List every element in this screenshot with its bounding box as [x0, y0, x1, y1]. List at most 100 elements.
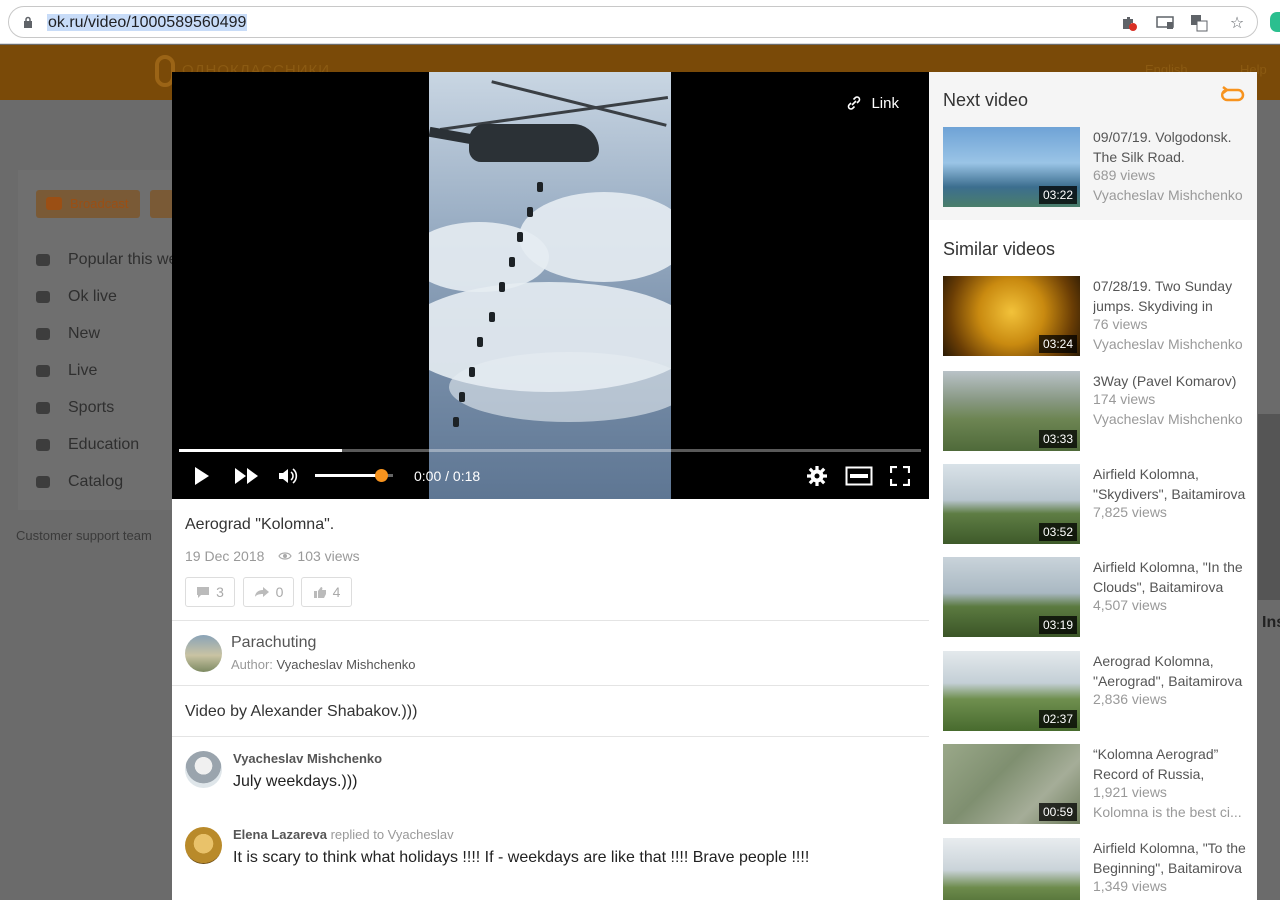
video-card-views: 7,825 views: [1093, 504, 1167, 520]
background-broadcast-button: Broadcast: [36, 190, 140, 218]
graduation-cap-icon: [36, 439, 50, 451]
catalog-icon: [36, 476, 50, 488]
avatar[interactable]: [185, 827, 222, 864]
video-card-title-line[interactable]: “Kolomna Aerograd”: [1093, 744, 1248, 764]
video-card-title-line[interactable]: Airfield Kolomna, "To the: [1093, 838, 1248, 858]
video-card-author[interactable]: Kolomna is the best ci...: [1093, 804, 1248, 820]
similar-video-card[interactable]: 00:59 “Kolomna Aerograd” Record of Russi…: [943, 744, 1248, 826]
video-card-title-line[interactable]: Record of Russia,: [1093, 764, 1248, 784]
video-card-views: 1,921 views: [1093, 784, 1167, 800]
mute-button[interactable]: [278, 463, 300, 489]
video-card-title-line[interactable]: Airfield Kolomna, "In the: [1093, 557, 1248, 577]
comment-author[interactable]: Elena Lazareva replied to Vyacheslav: [233, 827, 454, 842]
thumbs-up-icon: [313, 586, 326, 598]
comments-button[interactable]: 3: [185, 577, 235, 607]
link-button[interactable]: Link: [845, 94, 899, 112]
reply-to-label: replied to Vyacheslav: [330, 827, 454, 842]
volume-fill: [315, 474, 382, 477]
video-thumbnail[interactable]: [943, 838, 1080, 900]
gear-icon: [807, 466, 827, 486]
video-card-title-line[interactable]: The Silk Road.: [1093, 147, 1248, 167]
group-name[interactable]: Parachuting: [231, 634, 316, 652]
video-thumbnail[interactable]: 03:52: [943, 464, 1080, 544]
sports-icon: [36, 402, 50, 414]
volume-icon: [279, 468, 298, 484]
url-text[interactable]: ok.ru/video/1000589560499: [47, 14, 248, 32]
puzzle-blocked-icon[interactable]: [1119, 13, 1139, 33]
author-link[interactable]: Vyacheslav Mishchenko: [277, 657, 416, 672]
similar-video-card[interactable]: 03:19 Airfield Kolomna, "In the Clouds",…: [943, 557, 1248, 639]
settings-button[interactable]: [806, 463, 828, 489]
video-thumbnail[interactable]: 00:59: [943, 744, 1080, 824]
video-card-title-line[interactable]: "Skydivers", Baitamirova: [1093, 484, 1248, 504]
video-card-author[interactable]: Vyacheslav Mishchenko: [1093, 336, 1248, 352]
video-thumbnail[interactable]: 02:37: [943, 651, 1080, 731]
similar-videos-heading: Similar videos: [943, 239, 1056, 259]
divider: [172, 620, 929, 621]
video-card-views: 1,349 views: [1093, 878, 1167, 894]
volume-slider[interactable]: [315, 469, 393, 482]
play-icon: [195, 467, 209, 485]
related-videos-panel: Next video 03:22 09/07/19. Volgodonsk. T…: [929, 72, 1257, 900]
video-card-title-line[interactable]: 3Way (Pavel Komarov): [1093, 371, 1248, 391]
translate-icon[interactable]: [1189, 13, 1209, 33]
background-right-panel: [1258, 414, 1280, 600]
similar-video-card[interactable]: 03:33 3Way (Pavel Komarov) 174 views Vya…: [943, 371, 1248, 453]
video-card-title-line[interactable]: jumps. Skydiving in: [1093, 296, 1248, 316]
comment-icon: [197, 587, 210, 598]
broadcast-icon: [46, 197, 62, 210]
video-card-title-line[interactable]: Clouds", Baitamirova: [1093, 577, 1248, 597]
forward-button[interactable]: [234, 463, 260, 489]
video-thumbnail[interactable]: 03:22: [943, 127, 1080, 207]
autoplay-loop-icon[interactable]: [1219, 86, 1245, 106]
address-bar[interactable]: ok.ru/video/1000589560499 ☆: [8, 6, 1258, 38]
views-count: 103 views: [278, 548, 360, 564]
play-button[interactable]: [192, 463, 212, 489]
like-button[interactable]: 4: [301, 577, 352, 607]
fullscreen-button[interactable]: [890, 463, 910, 489]
background-support-link: Customer support team: [16, 528, 152, 543]
progress-fill: [179, 449, 343, 452]
group-avatar[interactable]: [185, 635, 222, 672]
time-display: 0:00 / 0:18: [414, 468, 481, 484]
video-thumbnail[interactable]: 03:33: [943, 371, 1080, 451]
comment-author[interactable]: Vyacheslav Mishchenko: [233, 751, 382, 766]
comment-text: It is scary to think what holidays !!!! …: [233, 849, 810, 866]
similar-video-card[interactable]: 02:37 Aerograd Kolomna, "Aerograd", Bait…: [943, 651, 1248, 733]
video-card-title-line[interactable]: "Aerograd", Baitamirova: [1093, 671, 1248, 691]
next-video-card[interactable]: 03:22 09/07/19. Volgodonsk. The Silk Roa…: [943, 127, 1248, 209]
video-player[interactable]: Link 0:00 / 0:18: [172, 72, 929, 499]
video-thumbnail[interactable]: 03:19: [943, 557, 1080, 637]
video-card-title-line[interactable]: 09/07/19. Volgodonsk.: [1093, 127, 1248, 147]
video-card-views: 2,836 views: [1093, 691, 1167, 707]
star-icon[interactable]: ☆: [1227, 13, 1247, 33]
miniplayer-button[interactable]: [845, 463, 873, 489]
video-card-author[interactable]: Vyacheslav Mishchenko: [1093, 187, 1248, 203]
video-card-views: 76 views: [1093, 316, 1148, 332]
volume-knob[interactable]: [375, 469, 389, 482]
video-card-author[interactable]: Vyacheslav Mishchenko: [1093, 411, 1248, 427]
miniplayer-icon: [845, 466, 873, 486]
extension-icon[interactable]: [1270, 12, 1280, 32]
share-icon: [254, 587, 269, 597]
divider: [172, 736, 929, 737]
video-thumbnail[interactable]: 03:24: [943, 276, 1080, 356]
new-icon: [36, 328, 50, 340]
similar-video-card[interactable]: Airfield Kolomna, "To the Beginning", Ba…: [943, 838, 1248, 900]
video-card-title-line[interactable]: Beginning", Baitamirova: [1093, 858, 1248, 878]
progress-bar[interactable]: [179, 449, 921, 452]
browser-toolbar: ok.ru/video/1000589560499 ☆: [0, 0, 1280, 44]
eye-icon: [278, 552, 293, 560]
similar-video-card[interactable]: 03:52 Airfield Kolomna, "Skydivers", Bai…: [943, 464, 1248, 546]
avatar[interactable]: [185, 751, 222, 788]
share-button[interactable]: 0: [243, 577, 294, 607]
link-icon: [848, 96, 861, 110]
comment-text: July weekdays.))): [233, 773, 358, 790]
video-card-title-line[interactable]: Aerograd Kolomna,: [1093, 651, 1248, 671]
video-frame[interactable]: [429, 72, 671, 499]
video-card-title-line[interactable]: Airfield Kolomna,: [1093, 464, 1248, 484]
cast-icon[interactable]: [1155, 13, 1175, 33]
video-description: Video by Alexander Shabakov.))): [185, 703, 418, 720]
video-card-title-line[interactable]: 07/28/19. Two Sunday: [1093, 276, 1248, 296]
similar-video-card[interactable]: 03:24 07/28/19. Two Sunday jumps. Skydiv…: [943, 276, 1248, 358]
